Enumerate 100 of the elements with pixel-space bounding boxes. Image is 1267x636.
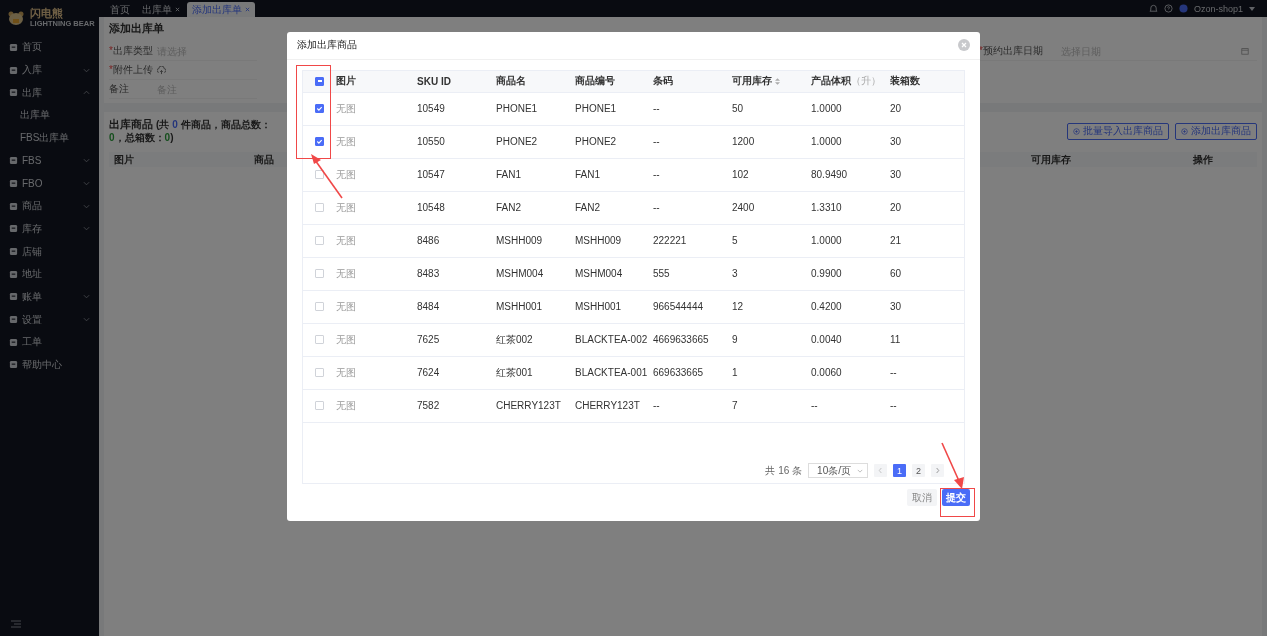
table-cell: -- [811,400,818,412]
cancel-button[interactable]: 取消 [907,489,937,507]
close-icon[interactable] [245,7,250,12]
table-cell: MSHH001 [496,301,543,313]
sidebar-item[interactable]: 出库 [0,81,99,105]
sidebar-item[interactable]: 入库 [0,58,99,82]
table-cell: 4669633665 [653,334,709,346]
table-cell: 2400 [732,202,755,214]
table-cell: 红茶001 [496,365,533,380]
no-image-label: 无图 [336,332,356,347]
column-header: 装箱数 [890,74,920,89]
table-cell: 30 [890,136,902,148]
table-cell: 222221 [653,235,687,247]
sidebar-item[interactable]: 设置 [0,308,99,331]
checkbox[interactable] [315,137,324,147]
table-cell: 1.0000 [811,235,842,247]
sidebar-subitem[interactable]: FBS出库单 [0,126,99,150]
menu-icon[interactable] [11,620,21,628]
table-cell: BLACKTEA-002 [575,334,648,346]
outline-button[interactable]: 批量导入出库商品 [1067,122,1169,140]
table-cell: 80.9490 [811,169,848,181]
no-image-label: 无图 [336,398,356,413]
column-header: 可用库存 [732,74,772,89]
dialog-title: 添加出库商品 [297,38,357,53]
no-image-label: 无图 [336,365,356,380]
outline-button[interactable]: 添加出库商品 [1175,122,1257,140]
sidebar-item[interactable]: 工单 [0,330,99,354]
table-cell: MSHH009 [575,235,622,247]
help-icon[interactable] [1163,4,1173,13]
column-header: 图片 [336,74,356,89]
table-cell: -- [890,367,897,379]
table-cell: -- [653,400,660,412]
submit-button[interactable]: 提交 [942,489,970,507]
upload-icon[interactable] [157,65,166,75]
calendar-icon[interactable] [1241,47,1249,55]
document-icon [9,315,18,325]
chevron-left-icon [878,467,883,475]
column-header: 操作 [1193,152,1213,167]
table-cell: -- [890,400,897,412]
bear-logo-icon [6,9,26,26]
table-cell: 7582 [417,400,440,412]
table-cell: 21 [890,235,902,247]
avatar-icon [1178,4,1188,13]
table-cell: 102 [732,169,749,181]
table-cell: 0.9900 [811,268,842,280]
sidebar-item[interactable]: 帮助中心 [0,353,99,377]
next-page-button[interactable] [931,464,944,478]
table-cell: 1.3310 [811,202,842,214]
page-tab[interactable]: 首页 [105,2,135,17]
document-icon [9,156,18,166]
no-image-label: 无图 [336,233,356,248]
sidebar-item[interactable]: FBO [0,172,99,195]
table-cell: 8486 [417,235,440,247]
sidebar-item[interactable]: 地址 [0,262,99,286]
chevron-down-icon [857,468,863,473]
sidebar-item[interactable]: 店铺 [0,240,99,263]
table-cell: -- [653,202,660,214]
close-icon[interactable] [958,39,970,52]
checkbox[interactable] [315,104,324,114]
user-name[interactable]: Ozon-shop1 [1193,3,1243,14]
sidebar-item[interactable]: 商品 [0,194,99,218]
sidebar-item[interactable]: 首页 [0,36,99,59]
table-cell: PHONE2 [575,136,617,148]
sidebar-item[interactable]: FBS [0,149,99,173]
table-cell: FAN1 [575,169,600,181]
sidebar-subitem[interactable]: 出库单 [0,104,99,127]
table-cell: PHONE1 [496,103,538,115]
column-header: 商品名 [496,74,526,89]
bell-icon[interactable] [1148,4,1158,13]
document-icon [9,224,18,234]
table-cell: CHERRY123T [496,400,561,412]
table-cell: 60 [890,268,902,280]
sort-icon[interactable] [775,77,780,85]
previous-page-button[interactable] [874,464,887,478]
page-button[interactable]: 2 [912,464,925,478]
checkbox[interactable] [315,76,324,86]
brand-name: 闪电熊 [30,7,64,19]
no-image-label: 无图 [336,134,356,149]
document-icon [9,42,18,52]
document-icon [9,247,18,257]
highlight-frame [940,488,975,517]
page-button[interactable]: 1 [893,464,906,478]
table-cell: 11 [890,334,901,346]
caret-icon[interactable] [1249,6,1255,11]
table-cell: FAN1 [496,169,521,181]
table-cell: 20 [890,103,902,115]
table-cell: 12 [732,301,744,313]
column-header: SKU ID [417,75,451,87]
no-image-label: 无图 [336,299,356,314]
sidebar-item[interactable]: 账单 [0,285,99,309]
table-cell: 3 [732,268,738,280]
page-tab[interactable]: 出库单 [137,2,185,17]
sidebar-item[interactable]: 库存 [0,217,99,241]
page-size-select[interactable]: 10条/页 [808,463,868,479]
annotation-arrow [309,152,345,200]
plus-circle-icon [1073,127,1080,135]
document-icon [9,88,18,98]
page-tab[interactable]: 添加出库单 [187,2,255,17]
no-image-label: 无图 [336,266,356,281]
table-cell: MSHM004 [575,268,623,280]
